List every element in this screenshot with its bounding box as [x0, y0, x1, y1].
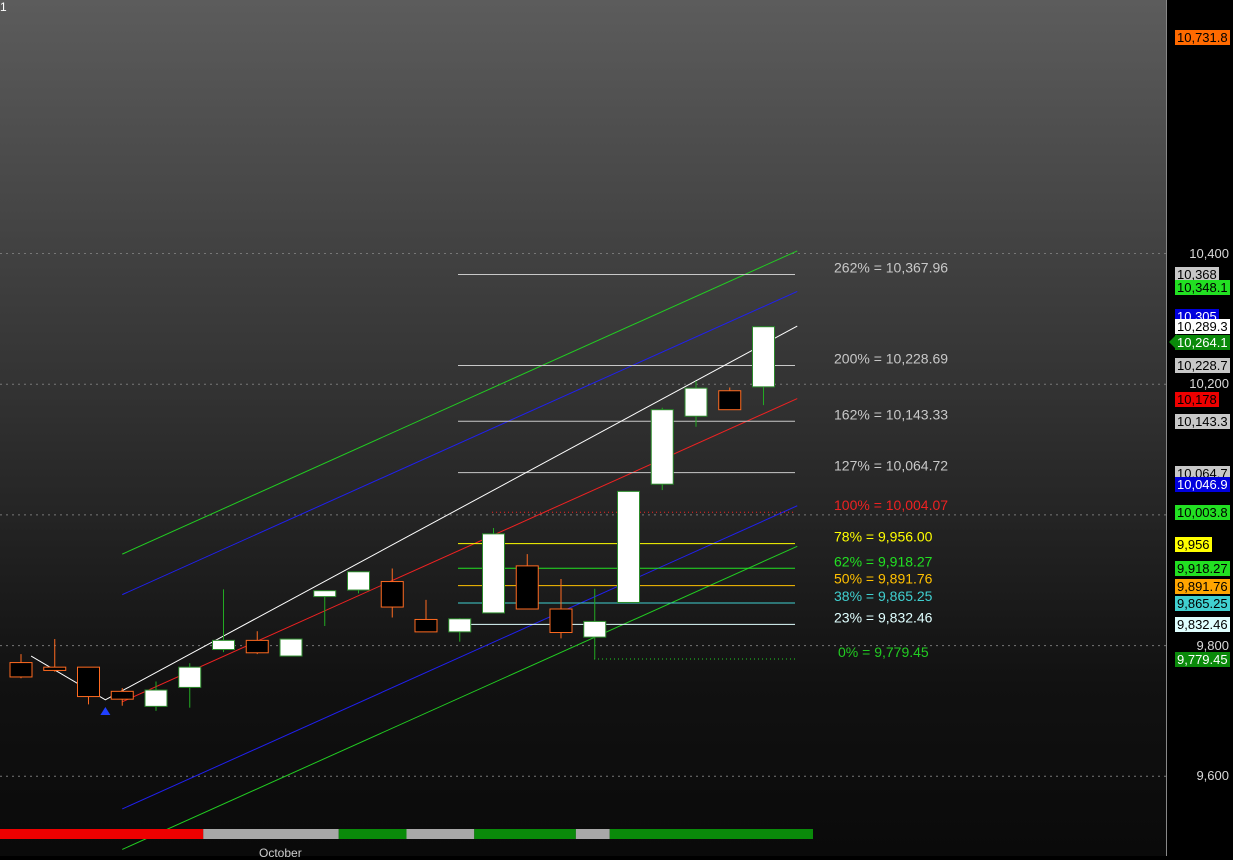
price-tag: 10,289.3 [1175, 318, 1230, 334]
fib-level-label: 127% = 10,064.72 [834, 458, 948, 474]
channel-line-inner-upper [122, 290, 798, 596]
candle-body [448, 618, 472, 633]
signal-bar-segment [406, 829, 475, 839]
price-tag: 9,918.27 [1175, 561, 1230, 577]
candle-body [617, 490, 640, 603]
signal-bar-segment [474, 829, 576, 839]
price-tag: 10,348.1 [1175, 280, 1230, 296]
candle-body [549, 608, 573, 634]
fib-level-label: 100% = 10,004.07 [834, 497, 948, 513]
price-tag: 10,264.1 [1175, 335, 1230, 351]
price-tick-label: 9,800 [1196, 637, 1229, 653]
price-axis[interactable]: 10,400 10,200 9,800 9,600 10,731.8 10,368 10,3… [1166, 0, 1233, 856]
fib-level-label: 62% = 9,918.27 [834, 553, 933, 569]
candle-body [414, 618, 438, 633]
candle-body [144, 689, 168, 707]
fib-level-label: 262% = 10,367.96 [834, 259, 948, 275]
candle-body [9, 662, 33, 678]
signal-bar-segment [0, 829, 204, 839]
candle-body [684, 387, 708, 417]
fib-level-label: 78% = 9,956.00 [834, 529, 933, 545]
fib-level-label: 200% = 10,228.69 [834, 350, 948, 366]
signal-bar-segment [575, 829, 610, 839]
price-tag: 9,779.45 [1175, 652, 1230, 668]
candle-body [482, 533, 505, 614]
zigzag-line [30, 325, 798, 701]
price-tag: 9,956 [1175, 536, 1212, 552]
price-tag: 9,865.25 [1175, 595, 1230, 611]
window-number: 1 [0, 0, 7, 14]
fib-level-label: 50% = 9,891.76 [834, 571, 933, 587]
price-tick-label: 9,600 [1196, 768, 1229, 784]
price-tag: 10,046.9 [1175, 477, 1230, 493]
signal-bar-segment [609, 829, 813, 839]
candle-body [279, 638, 303, 657]
fib-level-label: 23% = 9,832.46 [834, 609, 933, 625]
candle-body [245, 639, 269, 654]
signal-bar-segment [203, 829, 339, 839]
candle-body [650, 409, 674, 485]
candle-body [752, 326, 775, 388]
candle-body [515, 565, 539, 610]
price-tag: 10,143.3 [1175, 414, 1230, 430]
fib-level-label: 38% = 9,865.25 [834, 588, 933, 604]
price-tag: 10,003.8 [1175, 505, 1230, 521]
fib-level-label: 0% = 9,779.45 [838, 644, 929, 660]
candlestick-chart[interactable]: 262% = 10,367.96 200% = 10,228.69 162% = 1… [0, 0, 1166, 856]
candle-body [347, 571, 370, 591]
price-tag: 10,228.7 [1175, 358, 1230, 374]
price-tag: 9,891.76 [1175, 578, 1230, 594]
price-tick-label: 10,400 [1189, 245, 1229, 261]
month-label: October [259, 846, 302, 860]
candle-body [583, 620, 607, 638]
candle-body [178, 666, 202, 688]
candle-body [77, 666, 100, 698]
price-tag: 10,731.8 [1175, 29, 1230, 45]
candle-body [212, 639, 235, 651]
trend-start-arrow-icon [100, 706, 111, 715]
candle-body [380, 581, 404, 608]
signal-bar-segment [338, 829, 407, 839]
price-tag: 10,178 [1175, 391, 1219, 407]
price-tick-label: 10,200 [1189, 376, 1229, 392]
price-tag: 9,832.46 [1175, 617, 1230, 633]
candle-body [718, 390, 742, 411]
channel-line-center [122, 398, 798, 703]
candle-body [313, 590, 337, 598]
channel-line-inner-lower [122, 505, 798, 810]
fib-level-label: 162% = 10,143.33 [834, 406, 948, 422]
candle-body [110, 690, 134, 700]
candle-body [43, 666, 67, 671]
